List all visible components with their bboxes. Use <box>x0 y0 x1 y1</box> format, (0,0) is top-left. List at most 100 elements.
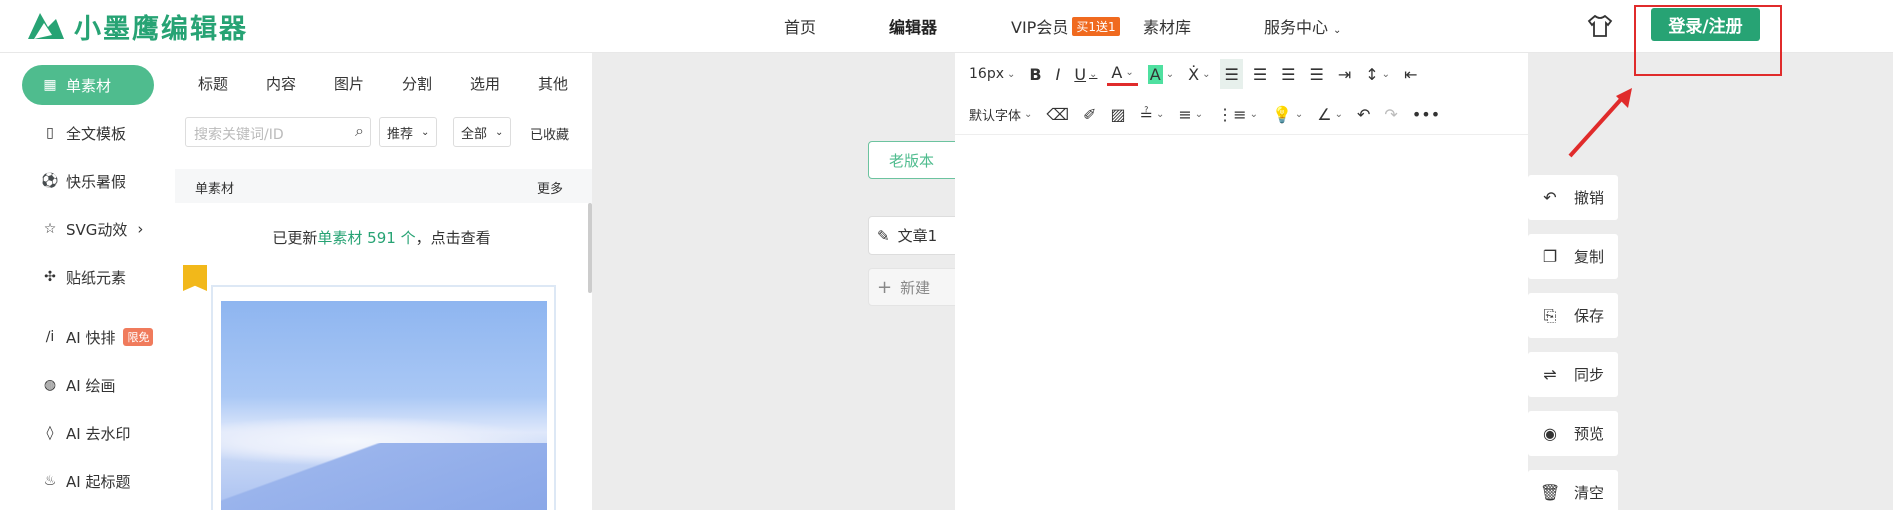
favorites-link[interactable]: 已收藏 <box>530 124 569 143</box>
app-logo[interactable]: 小墨鹰编辑器 <box>26 6 248 46</box>
copy-button[interactable]: ❐ 复制 <box>1528 234 1618 279</box>
tab-divider[interactable]: 分割 <box>402 73 432 94</box>
sort-select[interactable]: 推荐 ⌄ <box>379 117 438 147</box>
template-icon: ▯ <box>46 125 54 141</box>
exit-icon[interactable]: ⇤ <box>1400 59 1421 89</box>
tab-other[interactable]: 其他 <box>538 73 568 94</box>
nav-service[interactable]: 服务中心 ⌄ <box>1264 14 1341 38</box>
copy-icon: ❐ <box>1542 247 1558 266</box>
update-notice[interactable]: 已更新 单素材 591 个，点击查看 <box>183 213 580 261</box>
trash-icon: 🗑 <box>1540 483 1561 502</box>
vip-promo-badge: 买1送1 <box>1072 17 1120 36</box>
eraser-icon[interactable]: ⌫ <box>1042 100 1073 130</box>
save-button[interactable]: ⎘ 保存 <box>1528 293 1618 338</box>
divider-style-icon[interactable]: ≡ ⌄ <box>1174 100 1207 130</box>
sync-button[interactable]: ⇌ 同步 <box>1528 352 1618 397</box>
sidebar-item-label: AI 快排 <box>66 328 116 347</box>
new-article-button[interactable]: + 新建 <box>868 268 963 306</box>
align-center-icon[interactable]: ☰ <box>1249 59 1271 89</box>
undo-icon: ↶ <box>1543 188 1557 207</box>
chevron-down-icon: ⌄ <box>1249 109 1258 120</box>
sidebar-item-ai-paint[interactable]: ◍ AI 绘画 <box>22 365 154 405</box>
image-icon[interactable]: ▨ <box>1106 100 1129 130</box>
font-color-icon[interactable]: A ⌄ <box>1107 62 1138 86</box>
clear-button[interactable]: 🗑 清空 <box>1528 470 1618 510</box>
chevron-down-icon: ⌄ <box>1089 68 1098 80</box>
copy-label: 复制 <box>1574 248 1605 266</box>
preview-button[interactable]: ◉ 预览 <box>1528 411 1618 456</box>
panel-scrollbar[interactable] <box>588 203 592 293</box>
font-family-select[interactable]: 默认字体 ⌄ <box>965 100 1036 130</box>
filter-select-value: 全部 <box>461 126 488 142</box>
chevron-down-icon: ⌄ <box>1007 68 1016 80</box>
section-title: 单素材 <box>195 182 235 197</box>
material-card[interactable] <box>183 265 580 510</box>
chevron-down-icon: ⌄ <box>1381 68 1391 80</box>
chevron-right-icon: › <box>137 220 144 238</box>
undo-button[interactable]: ↶ 撤销 <box>1528 175 1618 220</box>
chevron-down-icon: ⌄ <box>1294 109 1304 120</box>
chevron-down-icon: ⌄ <box>495 126 504 138</box>
italic-icon[interactable]: I <box>1052 59 1065 89</box>
align-left-icon[interactable]: ☰ <box>1220 59 1243 89</box>
flame-icon: ♨ <box>43 473 57 489</box>
material-preview-frame <box>211 285 556 510</box>
nav-materials[interactable]: 素材库 <box>1143 14 1191 38</box>
format-brush-icon[interactable]: ✐ <box>1079 100 1100 130</box>
sidebar-item-single-material[interactable]: ▦ 单素材 <box>22 65 154 105</box>
angle-icon[interactable]: ∠ ⌄ <box>1313 100 1347 130</box>
underline-icon[interactable]: U ⌄ <box>1070 59 1101 89</box>
sync-icon: ⇌ <box>1543 365 1557 384</box>
sidebar-item-summer[interactable]: ⚽ 快乐暑假 <box>22 161 154 201</box>
tab-image[interactable]: 图片 <box>334 73 364 94</box>
nav-vip[interactable]: VIP会员 买1送1 <box>1011 14 1120 38</box>
vip-flag-icon <box>183 265 207 291</box>
sidebar-item-label: 贴纸元素 <box>66 268 127 287</box>
sidebar-item-ai-title[interactable]: ♨ AI 起标题 <box>22 461 154 501</box>
tshirt-icon[interactable] <box>1587 14 1613 38</box>
notice-prefix: 已更新 <box>272 228 318 247</box>
chevron-down-icon: ⌄ <box>421 126 430 138</box>
more-link[interactable]: 更多 <box>537 178 563 197</box>
tab-content[interactable]: 内容 <box>266 73 296 94</box>
logo-text: 小墨鹰编辑器 <box>74 13 248 45</box>
annotation-highlight-box <box>1634 5 1782 76</box>
align-right-icon[interactable]: ☰ <box>1277 59 1299 89</box>
article-item[interactable]: ✎ 文章1 <box>868 216 963 255</box>
editor-canvas[interactable]: 16px ⌄ B I U ⌄ A ⌄ A ⌄ Ẋ ⌄ ☰ ☰ ☰ ☰ ⇥ ↕ ⌄ ⇤ 默认字… <box>955 53 1528 510</box>
eye-icon: ◉ <box>1543 424 1557 443</box>
notice-suffix: ，点击查看 <box>415 228 491 247</box>
sidebar-item-ai-watermark[interactable]: ◊ AI 去水印 <box>22 413 154 453</box>
bold-icon[interactable]: B <box>1025 59 1045 89</box>
tab-selection[interactable]: 选用 <box>470 73 500 94</box>
sidebar-item-svg[interactable]: ☆ SVG动效 › <box>22 209 154 249</box>
letter-spacing-icon[interactable]: ≟ ⌄ <box>1136 100 1169 130</box>
more-icon[interactable]: ••• <box>1408 100 1444 130</box>
sidebar-item-ai-layout[interactable]: ∕i AI 快排 限免 <box>22 317 154 357</box>
search-icon[interactable]: ⌕ <box>355 121 364 141</box>
lightbulb-icon[interactable]: 💡 ⌄ <box>1268 100 1307 130</box>
redo-icon[interactable]: ↷ <box>1380 100 1401 130</box>
sidebar-item-full-template[interactable]: ▯ 全文模板 <box>22 113 154 153</box>
search-input[interactable]: 搜索关键词/ID ⌕ <box>185 117 371 147</box>
mountain-shape <box>221 443 547 510</box>
nav-editor[interactable]: 编辑器 <box>889 14 937 38</box>
paragraph-spacing-icon[interactable]: ⋮≡ ⌄ <box>1213 100 1262 130</box>
text-effect-icon[interactable]: Ẋ ⌄ <box>1184 59 1214 89</box>
filter-select[interactable]: 全部 ⌄ <box>453 117 512 147</box>
sidebar-item-sticker[interactable]: ✣ 贴纸元素 <box>22 257 154 297</box>
old-version-button[interactable]: 老版本 <box>868 141 963 179</box>
sidebar-item-label: SVG动效 <box>66 220 128 239</box>
indent-icon[interactable]: ⇥ <box>1334 59 1355 89</box>
sidebar-item-label: AI 绘画 <box>66 376 116 395</box>
line-height-icon[interactable]: ↕ ⌄ <box>1361 59 1394 89</box>
nav-home[interactable]: 首页 <box>784 14 816 38</box>
align-justify-icon[interactable]: ☰ <box>1306 59 1328 89</box>
chevron-down-icon: ⌄ <box>1202 68 1211 80</box>
sidebar-item-label: 全文模板 <box>66 124 127 143</box>
font-size-select[interactable]: 16px ⌄ <box>965 59 1019 89</box>
highlight-color-icon[interactable]: A ⌄ <box>1144 59 1178 89</box>
sky-clouds-image <box>221 301 547 510</box>
undo-icon[interactable]: ↶ <box>1353 100 1374 130</box>
tab-title[interactable]: 标题 <box>198 73 228 94</box>
